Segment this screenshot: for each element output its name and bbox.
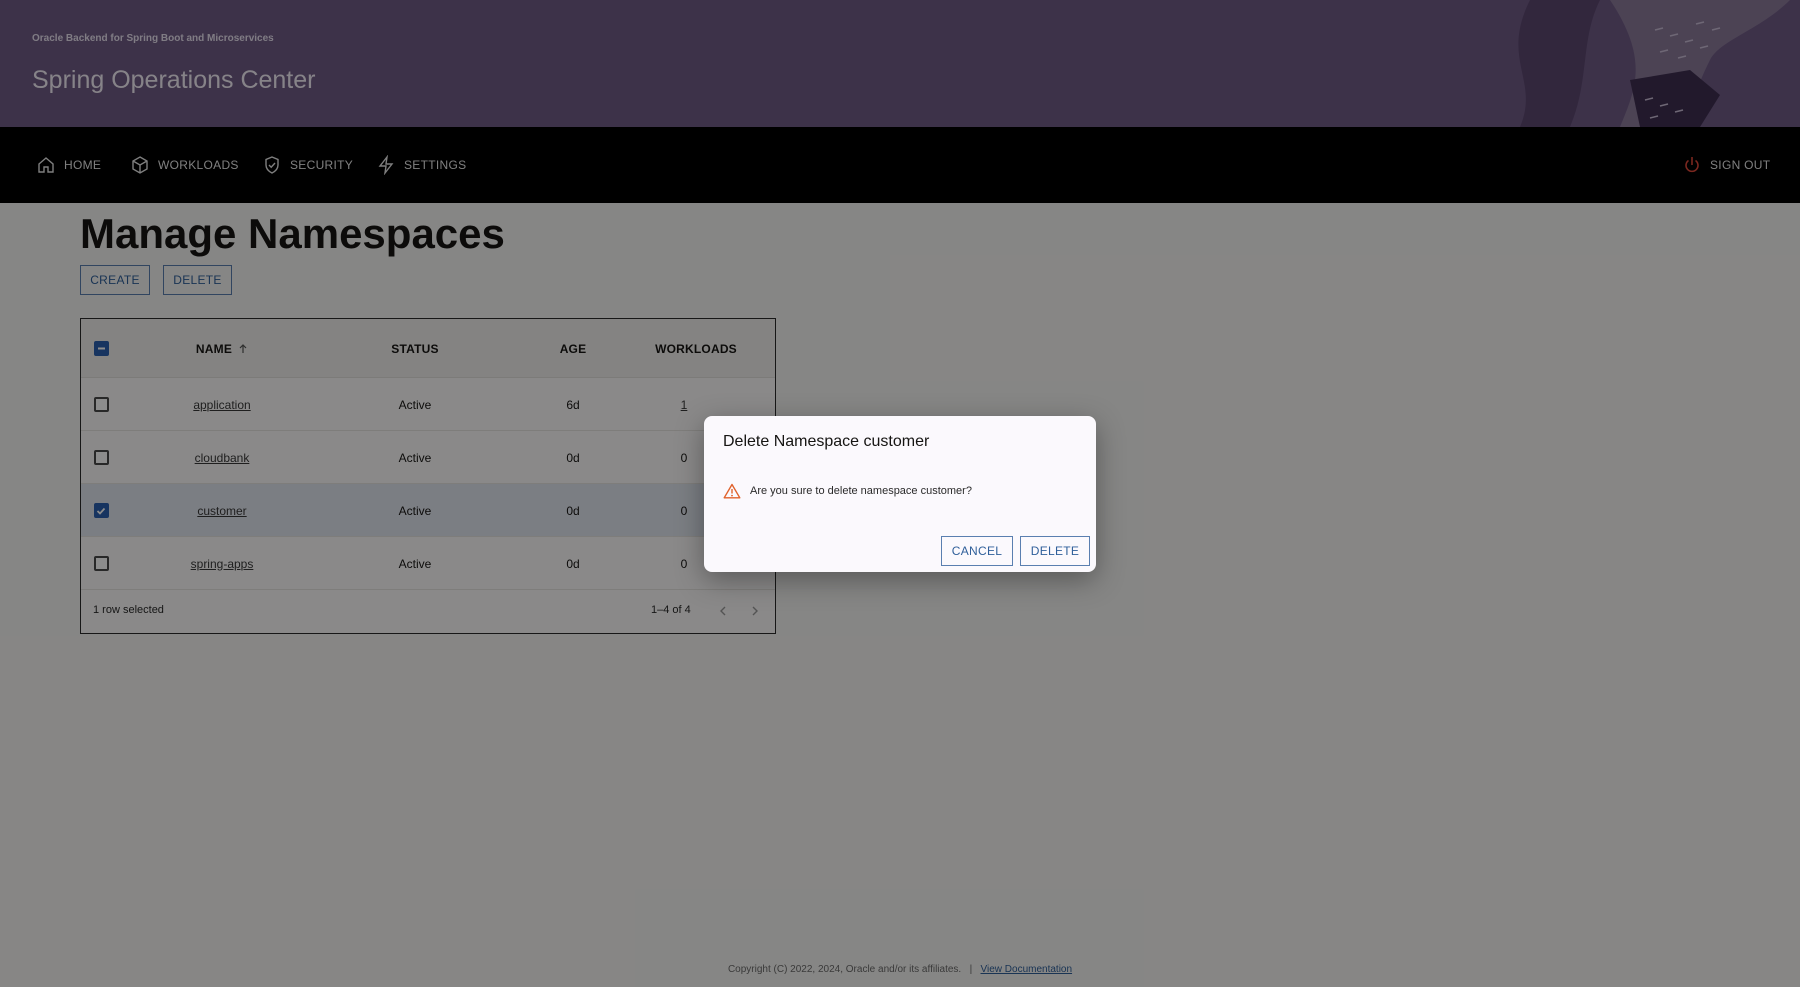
cancel-button[interactable]: CANCEL (941, 536, 1013, 566)
confirm-delete-button[interactable]: DELETE (1020, 536, 1090, 566)
dialog-message: Are you sure to delete namespace custome… (723, 483, 972, 499)
delete-namespace-dialog: Delete Namespace customer Are you sure t… (704, 416, 1096, 572)
dialog-message-text: Are you sure to delete namespace custome… (750, 485, 972, 497)
warning-icon (723, 483, 741, 499)
dialog-title: Delete Namespace customer (723, 433, 930, 450)
